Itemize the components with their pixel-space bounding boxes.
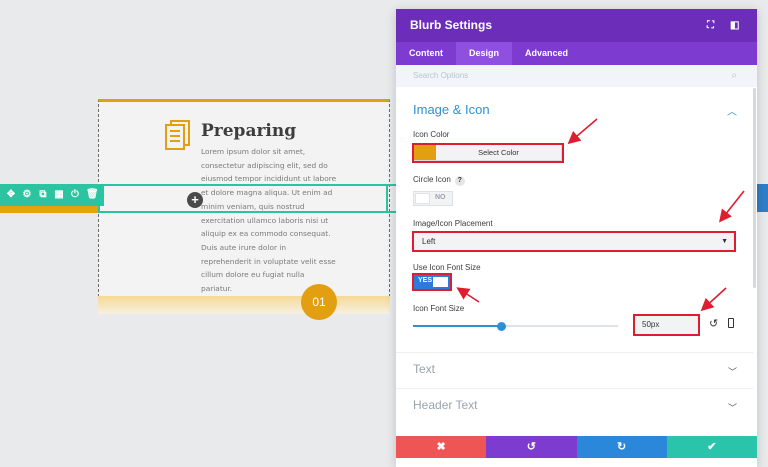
builder-canvas: Preparing Lorem ipsum dolor sit amet, co… [0, 0, 396, 467]
step-badge: 01 [301, 284, 337, 320]
panel-footer: ✖ ↺ ↻ ✔ [396, 436, 757, 458]
highlight-box-font-size [633, 314, 700, 336]
help-icon[interactable]: ? [454, 176, 465, 186]
search-icon: ⌕ [731, 70, 737, 81]
panel-title: Blurb Settings [410, 18, 493, 32]
row-highlight[interactable] [98, 184, 388, 213]
section-text[interactable]: Text [413, 362, 435, 376]
toggle-state: NO [435, 194, 446, 201]
close-button[interactable]: ✖ [396, 436, 487, 458]
save-button[interactable]: ✔ [666, 436, 757, 458]
toggle-knob [415, 193, 430, 204]
section-fade [98, 296, 390, 314]
section-divider [396, 388, 753, 389]
chevron-up-icon[interactable]: ︿ [727, 103, 737, 118]
undo-button[interactable]: ↺ [486, 436, 577, 458]
section-header-text[interactable]: Header Text [413, 398, 477, 412]
section-divider [396, 352, 753, 353]
row-toolbar: ✥ ⚙ ⧉ ▦ ⏻ 🗑 [0, 184, 104, 206]
placement-label: Image/Icon Placement [413, 219, 493, 228]
columns-icon[interactable]: ▦ [54, 190, 64, 200]
highlight-box-color [412, 143, 564, 163]
duplicate-icon[interactable]: ⧉ [38, 190, 48, 200]
power-icon[interactable]: ⏻ [70, 190, 80, 200]
sidebar-toggle-icon[interactable]: ◧ [730, 9, 741, 42]
circle-icon-label-text: Circle Icon [413, 175, 451, 184]
icon-font-size-label: Icon Font Size [413, 304, 465, 313]
search-options-input[interactable]: Search Options ⌕ [396, 65, 757, 87]
move-icon[interactable]: ✥ [6, 190, 16, 200]
icon-font-size-slider[interactable] [413, 322, 618, 331]
highlight-box-toggle [412, 273, 452, 291]
trash-icon[interactable]: 🗑 [86, 190, 99, 200]
document-icon [165, 120, 190, 150]
redo-button[interactable]: ↻ [576, 436, 667, 458]
blurb-title: Preparing [201, 121, 297, 141]
edge-blue-tab [757, 184, 768, 212]
chevron-down-icon[interactable]: ﹀ [728, 365, 737, 378]
tab-content[interactable]: Content [396, 42, 456, 65]
circle-icon-toggle[interactable]: NO [413, 191, 453, 206]
settings-tabs: Content Design Advanced [396, 42, 757, 65]
highlight-box-placement [412, 231, 736, 252]
panel-header: Blurb Settings ⛶ ◧ [396, 9, 757, 42]
expand-icon[interactable]: ⛶ [707, 9, 718, 42]
section-title-image-icon[interactable]: Image & Icon [413, 102, 490, 117]
tab-advanced[interactable]: Advanced [512, 42, 581, 65]
chevron-down-icon[interactable]: ﹀ [728, 401, 737, 414]
slider-fill [413, 325, 502, 327]
use-icon-font-size-label: Use Icon Font Size [413, 263, 481, 272]
slider-thumb[interactable] [497, 322, 507, 331]
icon-color-label: Icon Color [413, 130, 450, 139]
blurb-settings-panel: Blurb Settings ⛶ ◧ Content Design Advanc… [396, 9, 757, 467]
tab-design[interactable]: Design [456, 42, 513, 65]
gear-icon[interactable]: ⚙ [22, 190, 32, 200]
add-module-button[interactable]: + [187, 192, 203, 208]
panel-scrollbar[interactable] [753, 88, 756, 288]
reset-icon[interactable]: ↺ [709, 317, 718, 330]
blurb-body-text: Lorem ipsum dolor sit amet, consectetur … [201, 147, 337, 294]
circle-icon-label: Circle Icon? [413, 175, 465, 186]
mobile-device-icon[interactable] [728, 318, 734, 328]
search-placeholder: Search Options [413, 71, 469, 80]
